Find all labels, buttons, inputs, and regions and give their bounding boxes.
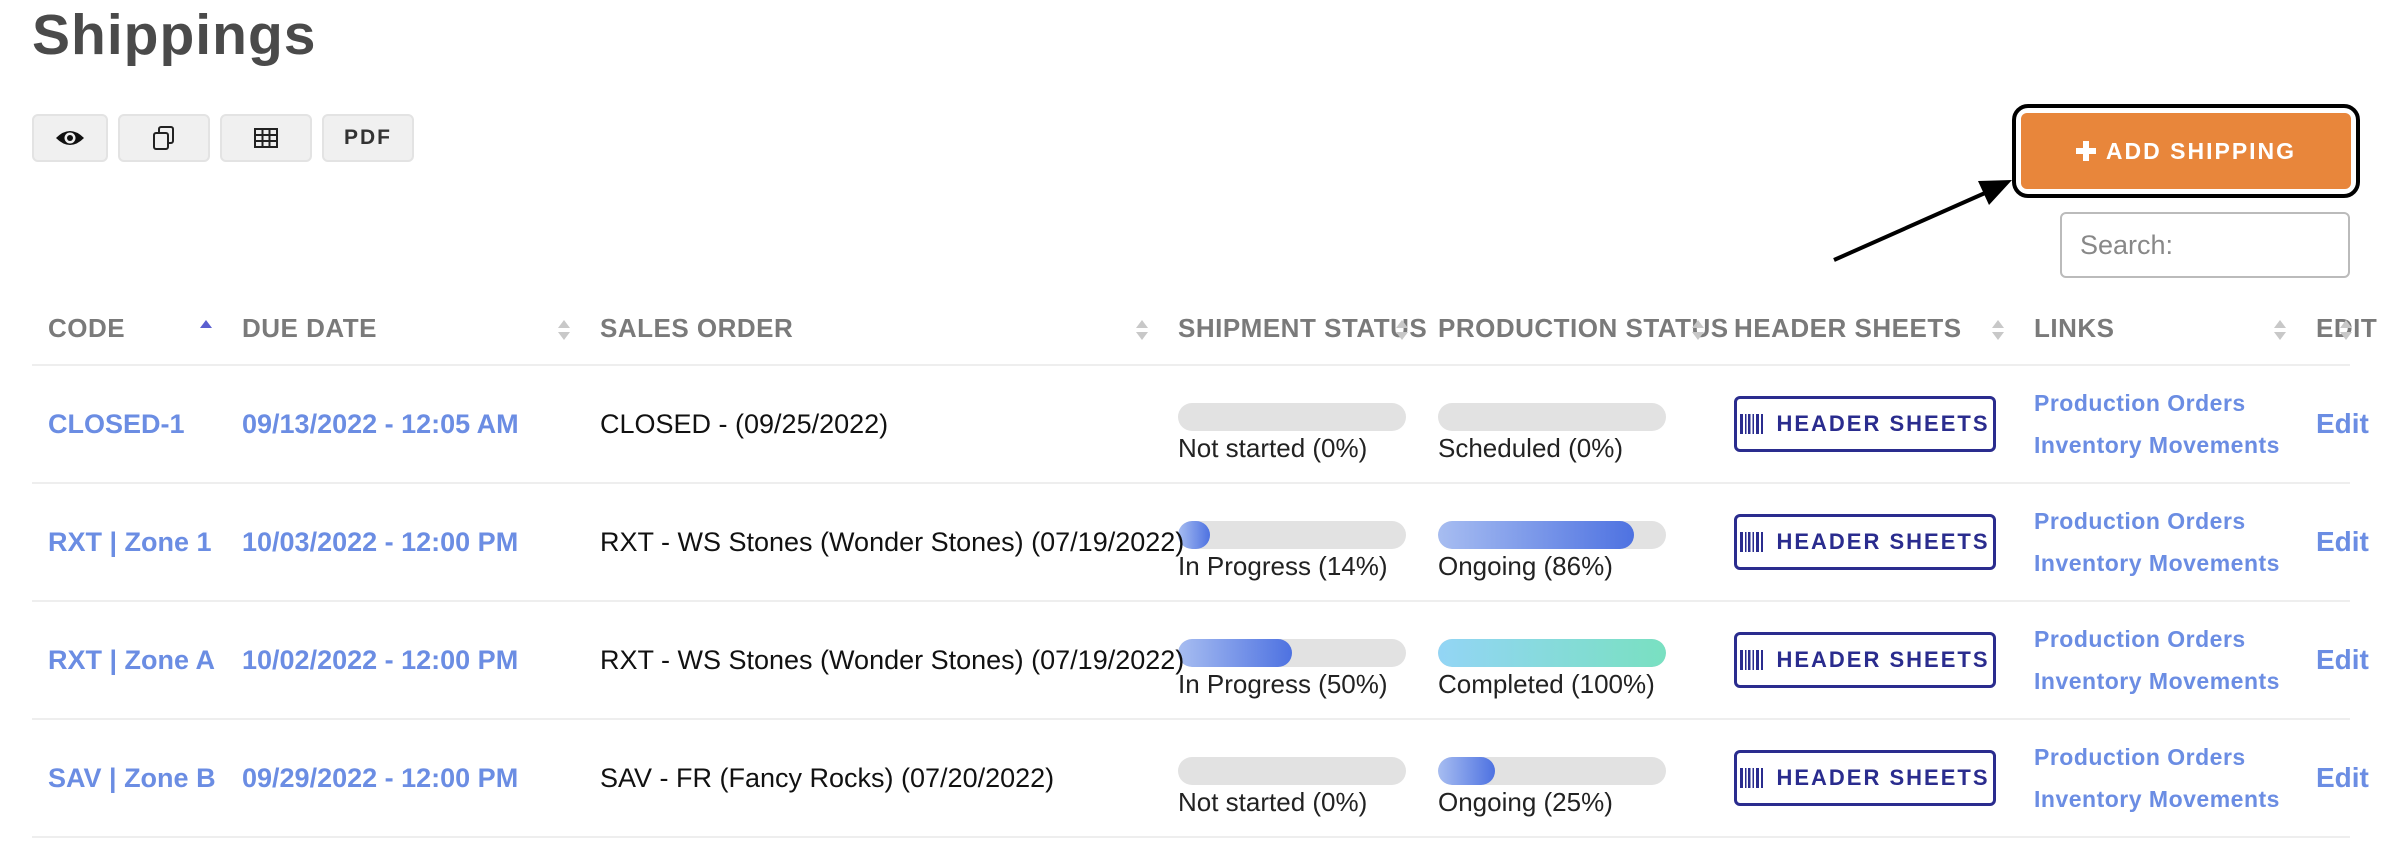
barcode-icon	[1740, 768, 1764, 788]
edit-link[interactable]: Edit	[2316, 644, 2369, 675]
inventory-movements-link[interactable]: Inventory Movements	[2034, 660, 2300, 702]
page-title: Shippings	[32, 3, 317, 67]
table-header-row: CODE DUE DATE SALES ORDER SHIPMENT STATU…	[32, 292, 2377, 366]
view-button[interactable]	[32, 114, 108, 162]
header-sheets-label: HEADER SHEETS	[1776, 765, 1990, 790]
production-status-text: Ongoing (86%)	[1438, 550, 1613, 581]
inventory-movements-link[interactable]: Inventory Movements	[2034, 778, 2300, 820]
production-status-text: Scheduled (0%)	[1438, 432, 1623, 463]
due-date-link[interactable]: 10/02/2022 - 12:00 PM	[242, 645, 518, 675]
column-header-links[interactable]: LINKS	[2018, 292, 2300, 366]
shipment-progress-bar	[1178, 520, 1406, 549]
shipment-progress-bar	[1178, 402, 1406, 431]
production-status-text: Completed (100%)	[1438, 668, 1655, 699]
table-icon	[254, 128, 278, 148]
column-header-edit[interactable]: EDIT	[2300, 292, 2377, 366]
production-orders-link[interactable]: Production Orders	[2034, 382, 2300, 424]
edit-link[interactable]: Edit	[2316, 762, 2369, 793]
add-shipping-highlight: ADD SHIPPING	[2012, 104, 2360, 198]
table-row: RXT | Zone A 10/02/2022 - 12:00 PM RXT -…	[32, 601, 2369, 720]
table-button[interactable]	[220, 114, 312, 162]
copy-icon	[153, 126, 174, 150]
due-date-link[interactable]: 09/13/2022 - 12:05 AM	[242, 409, 519, 439]
sort-ascending-icon	[200, 320, 212, 328]
production-orders-link[interactable]: Production Orders	[2034, 736, 2300, 778]
sort-icon	[1692, 320, 1704, 340]
inventory-movements-link[interactable]: Inventory Movements	[2034, 424, 2300, 466]
header-sheets-button[interactable]: HEADER SHEETS	[1734, 514, 1996, 570]
header-sheets-label: HEADER SHEETS	[1776, 529, 1990, 554]
production-progress-bar	[1438, 756, 1666, 785]
shippings-table: CODE DUE DATE SALES ORDER SHIPMENT STATU…	[32, 292, 2377, 838]
barcode-icon	[1740, 650, 1764, 670]
sort-icon	[2340, 320, 2352, 340]
edit-link[interactable]: Edit	[2316, 408, 2369, 439]
column-header-production-status[interactable]: PRODUCTION STATUS	[1422, 292, 1728, 366]
table-row: RXT | Zone 1 10/03/2022 - 12:00 PM RXT -…	[32, 483, 2369, 602]
table-row: CLOSED-1 09/13/2022 - 12:05 AM CLOSED - …	[32, 365, 2369, 484]
sales-order-text: RXT - WS Stones (Wonder Stones) (07/19/2…	[600, 644, 1185, 675]
sales-order-text: RXT - WS Stones (Wonder Stones) (07/19/2…	[600, 526, 1185, 557]
due-date-link[interactable]: 09/29/2022 - 12:00 PM	[242, 763, 518, 793]
due-date-link[interactable]: 10/03/2022 - 12:00 PM	[242, 527, 518, 557]
sort-icon	[1396, 320, 1408, 340]
header-sheets-label: HEADER SHEETS	[1776, 411, 1990, 436]
sort-icon	[1136, 320, 1148, 340]
shipment-status-text: In Progress (50%)	[1178, 668, 1388, 699]
column-header-shipment-status[interactable]: SHIPMENT STATUS	[1162, 292, 1427, 366]
search-input[interactable]	[2060, 212, 2350, 278]
header-sheets-label: HEADER SHEETS	[1776, 647, 1990, 672]
pdf-button[interactable]: PDF	[322, 114, 414, 162]
shipment-status-text: Not started (0%)	[1178, 432, 1368, 463]
header-sheets-button[interactable]: HEADER SHEETS	[1734, 750, 1996, 806]
barcode-icon	[1740, 532, 1764, 552]
edit-link[interactable]: Edit	[2316, 526, 2369, 557]
shipment-progress-bar	[1178, 756, 1406, 785]
sales-order-text: CLOSED - (09/25/2022)	[600, 408, 889, 439]
add-shipping-label: ADD SHIPPING	[2105, 137, 2297, 164]
table-row: SAV | Zone B 09/29/2022 - 12:00 PM SAV -…	[32, 719, 2369, 838]
sort-icon	[1992, 320, 2004, 340]
production-progress-bar	[1438, 638, 1666, 667]
header-sheets-button[interactable]: HEADER SHEETS	[1734, 396, 1996, 452]
column-header-header-sheets[interactable]: HEADER SHEETS	[1718, 292, 2018, 366]
column-header-due-date[interactable]: DUE DATE	[226, 292, 584, 366]
copy-button[interactable]	[118, 114, 210, 162]
production-progress-bar	[1438, 402, 1666, 431]
inventory-movements-link[interactable]: Inventory Movements	[2034, 542, 2300, 584]
production-orders-link[interactable]: Production Orders	[2034, 500, 2300, 542]
column-header-code[interactable]: CODE	[32, 292, 226, 366]
shipment-status-text: Not started (0%)	[1178, 786, 1368, 817]
shipping-code-link[interactable]: CLOSED-1	[48, 409, 185, 439]
header-sheets-button[interactable]: HEADER SHEETS	[1734, 632, 1996, 688]
shipping-code-link[interactable]: SAV | Zone B	[48, 763, 216, 793]
column-header-sales-order[interactable]: SALES ORDER	[584, 292, 1162, 366]
production-orders-link[interactable]: Production Orders	[2034, 618, 2300, 660]
sales-order-text: SAV - FR (Fancy Rocks) (07/20/2022)	[600, 762, 1055, 793]
production-progress-bar	[1438, 520, 1666, 549]
production-status-text: Ongoing (25%)	[1438, 786, 1613, 817]
add-shipping-button[interactable]: ADD SHIPPING	[2021, 113, 2351, 189]
shipment-status-text: In Progress (14%)	[1178, 550, 1388, 581]
plus-icon	[2075, 141, 2096, 161]
shipping-code-link[interactable]: RXT | Zone 1	[48, 527, 212, 557]
eye-icon	[56, 131, 84, 145]
sort-icon	[2274, 320, 2286, 340]
shipment-progress-bar	[1178, 638, 1406, 667]
shipping-code-link[interactable]: RXT | Zone A	[48, 645, 215, 675]
barcode-icon	[1740, 414, 1764, 434]
sort-icon	[558, 320, 570, 340]
